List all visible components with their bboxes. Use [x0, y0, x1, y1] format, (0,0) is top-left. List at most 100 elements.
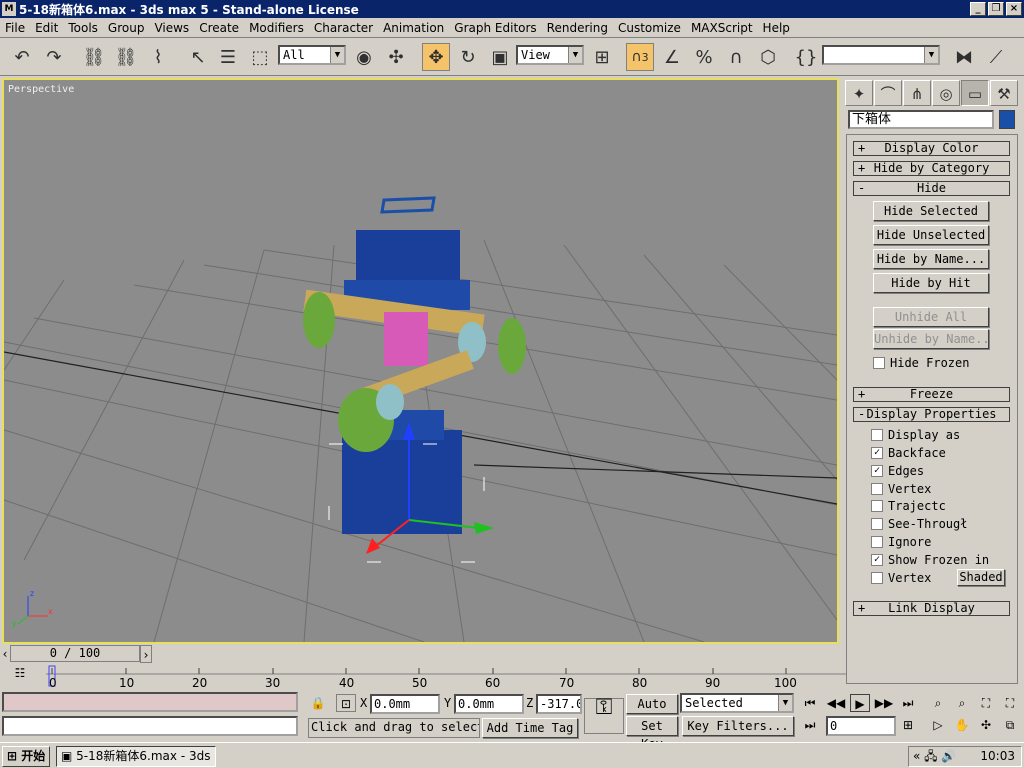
time-slider-right-icon[interactable]: ›: [140, 645, 152, 663]
show-frozen-in-gray-checkbox[interactable]: ✓ Show Frozen in: [871, 553, 989, 567]
next-frame-icon[interactable]: ▶▶: [874, 694, 894, 712]
angle-snap-icon[interactable]: ∠: [658, 43, 686, 71]
current-frame-field[interactable]: 0: [826, 716, 896, 736]
start-button[interactable]: ⊞ 开始: [2, 746, 50, 767]
go-to-start-icon[interactable]: ⏮: [800, 694, 820, 712]
zoom-extents-all-icon[interactable]: ⛶: [1000, 694, 1020, 712]
select-object-icon[interactable]: ↖: [184, 43, 212, 71]
vertex-colors-checkbox[interactable]: Vertex: [871, 571, 931, 585]
rollout-display-color[interactable]: + Display Color: [853, 141, 1010, 156]
ignore-extents-checkbox[interactable]: Ignore: [871, 535, 931, 549]
lock-selection-icon[interactable]: 🔒: [308, 694, 328, 712]
named-selection-sets-icon[interactable]: {}: [792, 43, 820, 71]
spinner-snap-icon[interactable]: ∩: [722, 43, 750, 71]
go-to-end-icon[interactable]: ⏭: [898, 694, 918, 712]
modify-tab-icon[interactable]: ⌒: [874, 80, 902, 106]
selection-filter-dropdown[interactable]: All ▼: [278, 45, 346, 65]
display-as-box-checkbox[interactable]: Display as: [871, 428, 960, 442]
hide-selected-button[interactable]: Hide Selected: [873, 201, 989, 221]
menu-views[interactable]: Views: [149, 21, 194, 35]
menu-create[interactable]: Create: [194, 21, 244, 35]
key-mode-toggle-icon[interactable]: ⏭: [800, 716, 820, 734]
time-slider-left-icon[interactable]: ‹: [0, 645, 10, 663]
z-coord-field[interactable]: -317.0: [536, 694, 582, 714]
unlink-selection-icon[interactable]: ⛓: [112, 43, 140, 71]
trajectory-checkbox[interactable]: Trajectc: [871, 499, 946, 513]
previous-frame-icon[interactable]: ◀◀: [826, 694, 846, 712]
set-key-key-icon[interactable]: ⚿: [584, 697, 624, 734]
play-icon[interactable]: ▶: [850, 694, 870, 712]
display-tab-icon[interactable]: ▭: [961, 80, 989, 106]
select-and-link-icon[interactable]: ⛓: [80, 43, 108, 71]
window-crossing-icon[interactable]: ◉: [350, 43, 378, 71]
percent-snap-icon[interactable]: %: [690, 43, 718, 71]
field-of-view-icon[interactable]: ▷: [928, 716, 948, 734]
maxscript-listener-mini[interactable]: [2, 692, 298, 712]
see-through-checkbox[interactable]: See-Througł: [871, 517, 1011, 531]
tray-volume-icon[interactable]: 🔊: [941, 749, 956, 763]
open-mini-curve-editor-icon[interactable]: ☷: [10, 664, 30, 682]
hide-unselected-button[interactable]: Hide Unselected: [873, 225, 989, 245]
rollout-hide[interactable]: - Hide: [853, 181, 1010, 196]
shaded-button[interactable]: Shaded: [957, 569, 1005, 586]
align-icon[interactable]: ⟋: [982, 43, 1010, 71]
rectangular-selection-icon[interactable]: ⬚: [246, 43, 274, 71]
time-slider[interactable]: ‹ 0 / 100 ›: [0, 645, 840, 663]
menu-tools[interactable]: Tools: [63, 21, 103, 35]
object-name-field[interactable]: 下箱体: [848, 110, 994, 129]
redo-icon[interactable]: ↷: [40, 43, 68, 71]
zoom-all-icon[interactable]: ⌕: [952, 694, 972, 712]
tray-expand-icon[interactable]: «: [909, 749, 920, 763]
minimize-button[interactable]: _: [970, 2, 986, 16]
menu-edit[interactable]: Edit: [30, 21, 63, 35]
perspective-viewport[interactable]: Perspective z x y: [2, 78, 839, 644]
key-mode-dropdown[interactable]: Selected ▼: [680, 693, 794, 713]
hide-by-name-button[interactable]: Hide by Name...: [873, 249, 989, 269]
hide-frozen-checkbox[interactable]: Hide Frozen: [873, 356, 969, 370]
maximize-button[interactable]: ❐: [988, 2, 1004, 16]
close-button[interactable]: ×: [1006, 2, 1022, 16]
pivot-center-icon[interactable]: ⊞: [588, 43, 616, 71]
maxscript-output-mini[interactable]: [2, 716, 298, 736]
zoom-extents-icon[interactable]: ⛶: [976, 694, 996, 712]
snap-toggle-icon[interactable]: ∩ 3: [626, 43, 654, 71]
named-selection-dropdown[interactable]: ▼: [822, 45, 940, 65]
rollout-hide-by-category[interactable]: + Hide by Category: [853, 161, 1010, 176]
backface-cull-checkbox[interactable]: ✓ Backface: [871, 446, 946, 460]
app-icon[interactable]: M: [2, 2, 16, 16]
track-bar[interactable]: ☷ 0 10 20 30 40 50 60 70 80 90 100: [0, 664, 846, 690]
object-color-swatch[interactable]: [999, 110, 1015, 129]
rollout-display-properties[interactable]: - Display Properties: [853, 407, 1010, 422]
maximize-viewport-icon[interactable]: ⧉: [1000, 716, 1020, 734]
mirror-icon[interactable]: ⧓: [950, 43, 978, 71]
hide-by-hit-button[interactable]: Hide by Hit: [873, 273, 989, 293]
pan-view-icon[interactable]: ✋: [952, 716, 972, 734]
menu-file[interactable]: File: [0, 21, 30, 35]
taskbar-item-3dsmax[interactable]: ▣ 5-18新箱体6.max - 3ds ...: [56, 746, 216, 767]
time-configuration-icon[interactable]: ⊞: [898, 716, 918, 734]
auto-key-button[interactable]: Auto Key: [626, 694, 678, 714]
menu-help[interactable]: Help: [758, 21, 795, 35]
y-coord-field[interactable]: 0.0mm: [454, 694, 524, 714]
reference-coordinate-dropdown[interactable]: View ▼: [516, 45, 584, 65]
unhide-all-button[interactable]: Unhide All: [873, 307, 989, 327]
hierarchy-tab-icon[interactable]: ⋔: [903, 80, 931, 106]
menu-character[interactable]: Character: [309, 21, 378, 35]
vertex-ticks-checkbox[interactable]: Vertex: [871, 482, 931, 496]
select-and-scale-icon[interactable]: ▣: [486, 43, 514, 71]
rollout-freeze[interactable]: + Freeze: [853, 387, 1010, 402]
set-key-button[interactable]: Set Key: [626, 716, 678, 751]
key-filters-button[interactable]: Key Filters...: [682, 716, 794, 736]
menu-graph-editors[interactable]: Graph Editors: [449, 21, 541, 35]
menu-modifiers[interactable]: Modifiers: [244, 21, 309, 35]
zoom-icon[interactable]: ⌕: [928, 694, 948, 712]
bind-to-space-warp-icon[interactable]: ⌇: [144, 43, 172, 71]
menu-group[interactable]: Group: [103, 21, 150, 35]
menu-rendering[interactable]: Rendering: [542, 21, 613, 35]
gearbox-model[interactable]: [303, 196, 526, 563]
utilities-tab-icon[interactable]: ⚒: [990, 80, 1018, 106]
time-slider-thumb[interactable]: 0 / 100: [10, 645, 140, 662]
create-tab-icon[interactable]: ✦: [845, 80, 873, 106]
edges-only-checkbox[interactable]: ✓ Edges: [871, 464, 924, 478]
add-time-tag-button[interactable]: Add Time Tag: [482, 718, 578, 738]
